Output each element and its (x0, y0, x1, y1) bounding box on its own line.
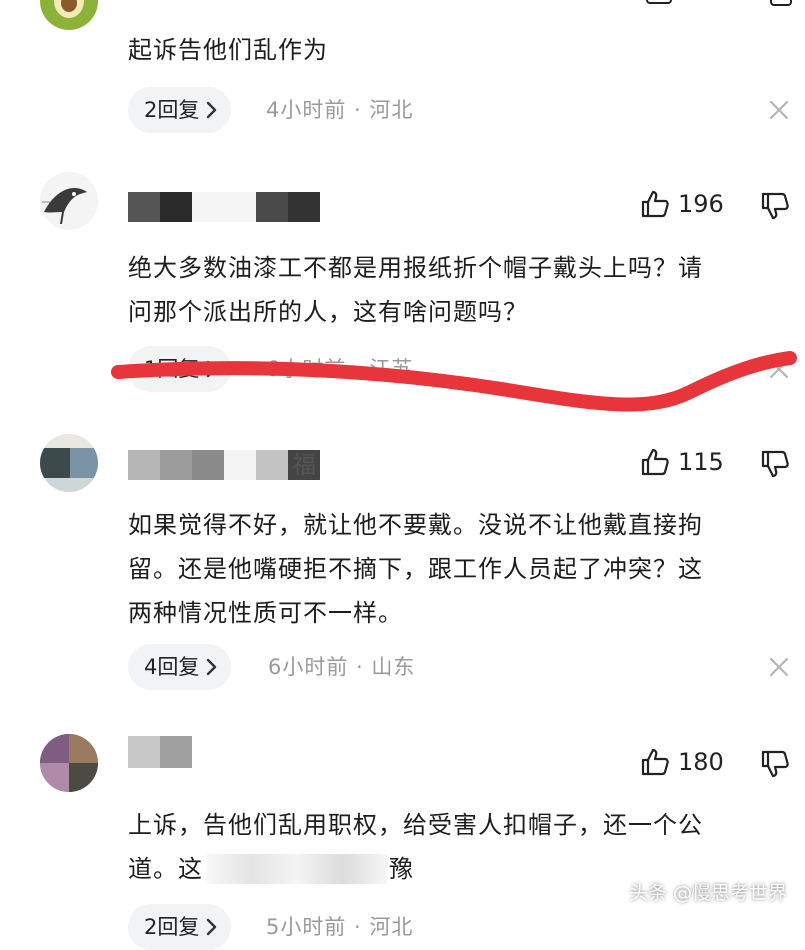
like-count: 115 (678, 448, 724, 476)
watermark: 头条 @慢思考世界 (628, 882, 787, 904)
close-icon[interactable] (768, 656, 790, 678)
thumbs-up-icon (641, 748, 669, 776)
avatar[interactable] (40, 434, 98, 492)
like-button[interactable]: 180 (640, 747, 724, 777)
thumbs-up-icon (641, 448, 669, 476)
chevron-right-icon (207, 658, 217, 676)
reply-button[interactable]: 2回复 (128, 904, 232, 950)
comment-text: 上诉，告他们乱用职权，给受害人扣帽子，还一个公 道。这 豫 (128, 811, 703, 884)
text-blurred (207, 854, 387, 884)
like-count: 180 (678, 748, 724, 776)
comment-meta: 6小时前 · 山东 (268, 655, 416, 679)
thumbs-down-icon[interactable] (760, 449, 790, 479)
thumbs-down-icon[interactable] (760, 749, 790, 779)
avatar[interactable] (40, 734, 98, 792)
username-blurred[interactable] (128, 736, 192, 768)
reply-button[interactable]: 4回复 (128, 644, 232, 690)
username-blurred[interactable]: 福 (128, 450, 320, 480)
comment-text: 如果觉得不好，就让他不要戴。没说不让他戴直接拘 留。还是他嘴硬拒不摘下，跟工作人… (128, 511, 703, 627)
like-button[interactable]: 115 (640, 447, 724, 477)
comment-meta: 5小时前 · 河北 (266, 915, 414, 939)
chevron-right-icon (207, 918, 217, 936)
